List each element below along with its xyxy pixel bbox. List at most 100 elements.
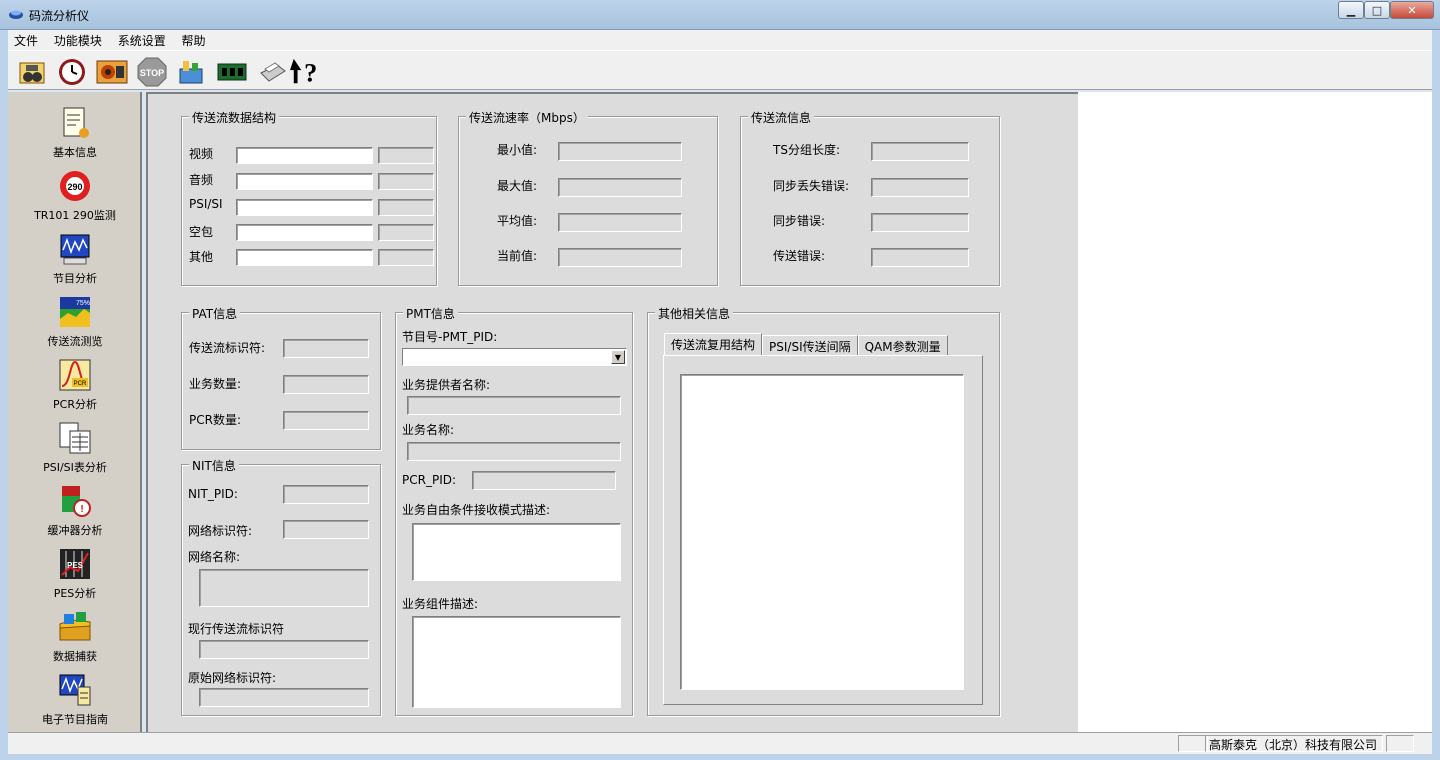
status-bar: 高斯泰克（北京）科技有限公司	[8, 732, 1432, 754]
psi-table-icon	[59, 422, 91, 454]
sidebar-item-basic-info[interactable]: 基本信息	[8, 106, 142, 168]
other-info-tabs: 传送流复用结构 PSI/SI传送间隔 QAM参数测量	[664, 333, 948, 355]
clock-icon[interactable]	[56, 56, 88, 88]
buffer-icon: !	[62, 486, 91, 517]
group-title: PAT信息	[189, 305, 241, 322]
tools-icon[interactable]	[176, 56, 208, 88]
row-label: 音频	[189, 173, 214, 187]
sidebar-item-epg[interactable]: 电子节目指南	[8, 673, 142, 735]
svg-text:PCR: PCR	[74, 381, 87, 387]
provider-field	[407, 396, 621, 415]
window-frame-bottom	[0, 754, 1440, 760]
other-bar	[236, 249, 373, 266]
sidebar-item-pcr[interactable]: PCR PCR分析	[8, 358, 142, 420]
menu-settings[interactable]: 系统设置	[112, 30, 172, 50]
other-info-group: 其他相关信息 传送流复用结构 PSI/SI传送间隔 QAM参数测量	[647, 305, 1000, 716]
toolbar: STOP ?	[8, 50, 1432, 90]
program-pid-select[interactable]: ▼	[402, 348, 627, 366]
ca-desc-textarea[interactable]	[412, 523, 621, 581]
tab-psi-si-interval[interactable]: PSI/SI传送间隔	[762, 335, 858, 355]
rate-min-field	[558, 142, 682, 161]
svg-text:!: !	[80, 504, 83, 515]
binoculars-icon[interactable]	[16, 56, 48, 88]
group-title: NIT信息	[189, 457, 239, 474]
row-label: 业务名称:	[402, 423, 455, 437]
service-name-field	[407, 442, 621, 461]
rate-current-field	[558, 248, 682, 267]
window-title: 码流分析仪	[29, 9, 90, 23]
help-icon[interactable]: ?	[290, 56, 322, 88]
tab-qam[interactable]: QAM参数测量	[857, 335, 948, 355]
row-label: TS分组长度:	[773, 143, 840, 157]
pcr-count-field	[283, 411, 369, 430]
row-label: 当前值:	[497, 249, 538, 263]
sidebar-item-psi-si[interactable]: PSI/SI表分析	[8, 421, 142, 483]
maximize-button[interactable]: □	[1364, 1, 1390, 19]
network-name-field	[199, 569, 369, 607]
null-packet-bar	[236, 224, 373, 241]
sidebar-item-ts-browse[interactable]: 75% 传送流测览	[8, 295, 142, 357]
tab-content	[663, 355, 983, 705]
minimize-button[interactable]: ▁	[1338, 1, 1364, 19]
row-label: 节目号-PMT_PID:	[402, 330, 498, 344]
title-bar: 码流分析仪 ▁ □ ✕	[0, 0, 1440, 30]
row-label: 最小值:	[497, 143, 538, 157]
svg-text:PES: PES	[67, 561, 84, 570]
pcr-icon: PCR	[59, 359, 91, 391]
module-sidebar: 基本信息 290 TR101 290监测 节目分析 75% 传送流测览 PCR …	[8, 92, 142, 732]
ts-browse-icon: 75%	[60, 297, 90, 327]
window-frame-right	[1432, 30, 1440, 760]
ts-packet-length-field	[871, 142, 969, 161]
rate-avg-field	[558, 213, 682, 232]
status-cell-resize	[1386, 735, 1414, 752]
group-title: 传送流信息	[748, 109, 815, 126]
group-title: 传送流速率（Mbps）	[466, 109, 588, 126]
board-icon[interactable]	[216, 56, 248, 88]
menu-bar: 文件 功能模块 系统设置 帮助	[8, 30, 1432, 50]
row-label: 现行传送流标识符	[188, 622, 285, 636]
network-id-field	[283, 520, 369, 539]
group-title: 传送流数据结构	[189, 109, 280, 126]
sidebar-item-tr101[interactable]: 290 TR101 290监测	[8, 169, 142, 231]
stop-icon[interactable]: STOP	[136, 56, 168, 88]
sync-loss-field	[871, 178, 969, 197]
video-bar	[236, 147, 373, 164]
close-button[interactable]: ✕	[1390, 1, 1434, 19]
capture-icon	[59, 612, 91, 641]
chevron-down-icon[interactable]: ▼	[611, 350, 625, 364]
group-title: 其他相关信息	[655, 305, 734, 322]
menu-file[interactable]: 文件	[8, 30, 44, 50]
group-title: PMT信息	[403, 305, 458, 322]
program-analysis-icon	[60, 234, 90, 265]
row-label: PSI/SI	[189, 197, 223, 211]
row-label: 同步错误:	[773, 214, 826, 228]
video-value	[378, 147, 434, 164]
row-label: 空包	[189, 225, 214, 239]
audio-bar	[236, 173, 373, 190]
row-label: 平均值:	[497, 214, 538, 228]
sidebar-item-buffer[interactable]: ! 缓冲器分析	[8, 484, 142, 546]
tab-mux-structure[interactable]: 传送流复用结构	[664, 333, 763, 355]
component-desc-textarea[interactable]	[412, 616, 621, 708]
svg-text:75%: 75%	[76, 300, 90, 307]
ts-rate-group: 传送流速率（Mbps） 最小值: 最大值: 平均值: 当前值:	[458, 109, 718, 286]
sidebar-item-program-analysis[interactable]: 节目分析	[8, 232, 142, 294]
sidebar-item-capture[interactable]: 数据捕获	[8, 610, 142, 672]
side-view	[1078, 92, 1432, 732]
ts-id-field	[283, 339, 369, 358]
ts-info-group: 传送流信息 TS分组长度: 同步丢失错误: 同步错误: 传送错误:	[740, 109, 1000, 286]
nit-group: NIT信息 NIT_PID: 网络标识符: 网络名称: 现行传送流标识符 原始网…	[181, 457, 381, 716]
rate-max-field	[558, 178, 682, 197]
other-value	[378, 249, 434, 266]
sidebar-item-pes[interactable]: PES PES分析	[8, 547, 142, 609]
window-frame-left	[0, 30, 8, 760]
service-count-field	[283, 375, 369, 394]
record-icon[interactable]	[96, 56, 128, 88]
mux-structure-view[interactable]	[680, 374, 964, 690]
menu-help[interactable]: 帮助	[176, 30, 212, 50]
printer-icon[interactable]	[256, 56, 288, 88]
row-label: PCR_PID:	[402, 473, 457, 487]
epg-icon	[59, 674, 91, 706]
menu-modules[interactable]: 功能模块	[48, 30, 108, 50]
row-label: 业务组件描述:	[402, 597, 479, 611]
